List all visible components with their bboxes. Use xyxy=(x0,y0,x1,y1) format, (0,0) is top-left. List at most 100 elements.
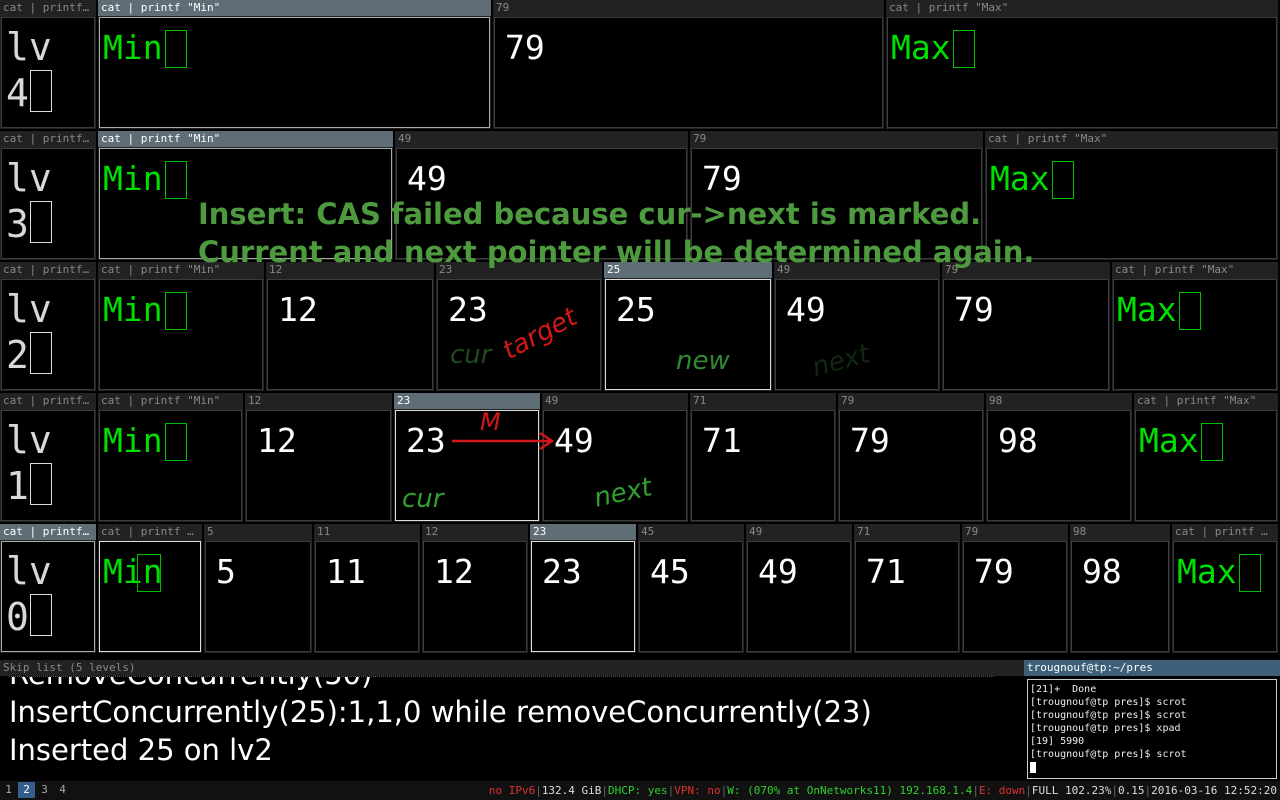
log-lines: RemoveConcurrently(50) InsertConcurrentl… xyxy=(9,676,994,779)
terminal-line: [trougnouf@tp pres]$ scrot xyxy=(1030,710,1187,721)
window-body: lv 1 xyxy=(1,410,95,521)
sentinel-node-window[interactable]: cat | printf "Min" Min xyxy=(98,0,491,129)
level-window[interactable]: cat | printf… lv 1 xyxy=(0,393,96,522)
node-window[interactable]: 71 71 xyxy=(854,524,960,653)
window-title: 79 xyxy=(690,131,983,147)
node-window[interactable]: 12 12 xyxy=(245,393,392,522)
level-label: lv 4 xyxy=(6,24,52,116)
node-window[interactable]: 98 98 xyxy=(986,393,1132,522)
window-title: 98 xyxy=(986,393,1132,409)
window-title: cat | printf … xyxy=(1172,524,1278,540)
window-title: cat | printf … xyxy=(98,524,202,540)
window-body: lv 4 xyxy=(1,17,95,128)
window-body: Max xyxy=(1173,541,1277,652)
node-value: 23 xyxy=(406,423,446,459)
text-cursor xyxy=(164,161,187,199)
text-cursor xyxy=(1051,161,1074,199)
node-window[interactable]: 79 79 xyxy=(493,0,884,129)
node-value: 79 xyxy=(702,161,742,197)
sentinel-node-window[interactable]: cat | printf … Max xyxy=(1172,524,1278,653)
window-title: 5 xyxy=(204,524,312,540)
value-text: Max xyxy=(891,28,951,67)
window-body: Max xyxy=(1113,279,1277,390)
window-body: 71 xyxy=(691,410,835,521)
sentinel-node-window[interactable]: cat | printf "Max" Max xyxy=(886,0,1278,129)
workspace-button[interactable]: 3 xyxy=(36,782,53,798)
value-text: 98 xyxy=(1082,552,1122,591)
log-line: Inserted 25 on lv2 xyxy=(9,733,273,767)
node-window[interactable]: 11 11 xyxy=(314,524,420,653)
node-window[interactable]: 79 79 xyxy=(838,393,984,522)
node-window[interactable]: 71 71 xyxy=(690,393,836,522)
value-text: Max xyxy=(1139,421,1199,460)
workspace-button[interactable]: 4 xyxy=(54,782,71,798)
sentinel-node-window[interactable]: cat | printf "Min" Min xyxy=(98,262,264,391)
window-body: 79 xyxy=(943,279,1109,390)
window-body: Min xyxy=(99,541,201,652)
ethernet-status: E: down xyxy=(978,784,1026,797)
node-window[interactable]: 12 12 xyxy=(266,262,434,391)
value-text: 71 xyxy=(702,421,742,460)
window-body: Max xyxy=(1135,410,1277,521)
wifi-status: W: (070% at OnNetworks11) 192.168.1.4 xyxy=(727,784,973,797)
terminal-line: [trougnouf@tp pres]$ scrot xyxy=(1030,749,1187,760)
value-text: Min xyxy=(103,28,163,67)
sentinel-node-window[interactable]: cat | printf "Max" Max xyxy=(1134,393,1278,522)
node-window[interactable]: 45 45 xyxy=(638,524,744,653)
window-body: 98 xyxy=(1071,541,1169,652)
value-text: 23 xyxy=(448,290,488,329)
sentinel-node-window[interactable]: cat | printf … Min xyxy=(98,524,202,653)
node-window[interactable]: 98 98 xyxy=(1070,524,1170,653)
note-lv1-cur: cur xyxy=(402,484,444,514)
terminal-line: [19] 5990 xyxy=(1030,736,1085,747)
terminal-window[interactable]: trougnouf@tp:~/pres [21]+ Done [trougnouf… xyxy=(1024,660,1280,781)
value-text: 12 xyxy=(434,552,474,591)
value-text: Min xyxy=(103,421,163,460)
log-line: InsertConcurrently(25):1,1,0 while remov… xyxy=(9,695,872,729)
value-text: 79 xyxy=(505,28,545,67)
text-cursor xyxy=(164,30,187,68)
node-window[interactable]: 23 23 xyxy=(530,524,636,653)
window-title: 71 xyxy=(854,524,960,540)
node-value: 12 xyxy=(278,292,318,328)
window-body: 49 xyxy=(747,541,851,652)
sentinel-node-window[interactable]: cat | printf "Max" Max xyxy=(1112,262,1278,391)
level-window[interactable]: cat | printf… lv 3 xyxy=(0,131,96,260)
workspace-button-active[interactable]: 2 xyxy=(18,782,35,798)
window-title: cat | printf "Min" xyxy=(98,0,491,16)
window-title: cat | printf "Min" xyxy=(98,393,243,409)
value-text: 11 xyxy=(326,552,366,591)
node-window[interactable]: 12 12 xyxy=(422,524,528,653)
level-window[interactable]: cat | printf… lv 0 xyxy=(0,524,96,653)
level-window[interactable]: cat | printf… lv 4 xyxy=(0,0,96,129)
note-lv2-cur: cur xyxy=(450,340,492,370)
sentinel-value: Max xyxy=(1139,423,1223,461)
terminal-body[interactable]: [21]+ Done [trougnouf@tp pres]$ scrot [tro… xyxy=(1027,679,1277,779)
level-window[interactable]: cat | printf… lv 2 xyxy=(0,262,96,391)
terminal-line: [21]+ Done xyxy=(1030,684,1097,695)
node-value: 12 xyxy=(257,423,297,459)
window-title: cat | printf "Max" xyxy=(1112,262,1278,278)
value-text: 23 xyxy=(406,421,446,460)
node-window[interactable]: 79 79 xyxy=(942,262,1110,391)
window-body: lv 3 xyxy=(1,148,95,259)
node-window[interactable]: 55 xyxy=(204,524,312,653)
node-window[interactable]: 79 79 xyxy=(962,524,1068,653)
text-cursor xyxy=(29,594,52,636)
node-value: 49 xyxy=(758,554,798,590)
text-cursor xyxy=(164,292,187,330)
window-body: 79 xyxy=(839,410,983,521)
value-text: 79 xyxy=(702,159,742,198)
node-window[interactable]: 49 49 xyxy=(746,524,852,653)
sentinel-value: Min xyxy=(103,423,187,461)
value-text: 25 xyxy=(616,290,656,329)
node-value: 49 xyxy=(407,161,447,197)
value-text: 23 xyxy=(542,552,582,591)
workspace-button[interactable]: 1 xyxy=(0,782,17,798)
workspace-list: 1 2 3 4 xyxy=(0,782,72,798)
node-value: 23 xyxy=(448,292,488,328)
window-body: 71 xyxy=(855,541,959,652)
log-window[interactable]: Skip list (5 levels) RemoveConcurrently(… xyxy=(0,660,1024,781)
value-text: 71 xyxy=(866,552,906,591)
sentinel-node-window[interactable]: cat | printf "Min" Min xyxy=(98,393,243,522)
